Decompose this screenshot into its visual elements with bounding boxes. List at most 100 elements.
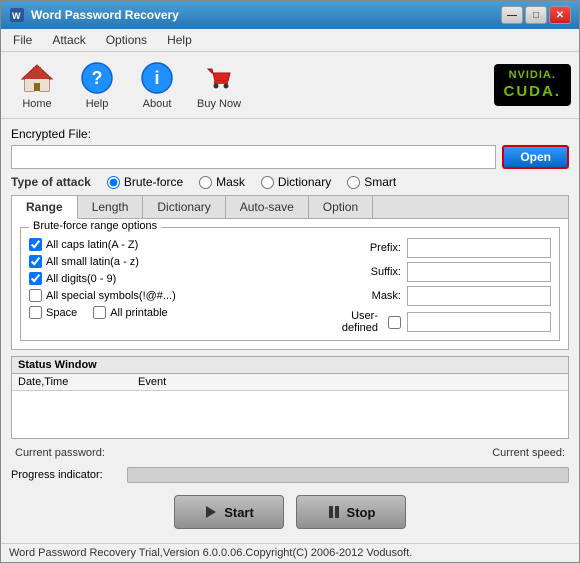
current-password-label: Current password: [15,447,105,459]
svg-text:?: ? [92,68,103,88]
check-printable[interactable]: All printable [93,306,167,319]
progress-row: Progress indicator: [11,467,569,483]
open-button[interactable]: Open [502,145,569,169]
radio-mask[interactable]: Mask [199,175,245,189]
mask-input[interactable] [407,286,551,306]
minimize-button[interactable]: — [501,6,523,24]
status-col-date: Date,Time [18,376,138,388]
check-space[interactable]: Space [29,306,77,319]
status-bar: Word Password Recovery Trial,Version 6.0… [1,543,579,562]
radio-smart[interactable]: Smart [347,175,396,189]
user-defined-label: User-defined [331,310,378,334]
check-caps[interactable]: All caps latin(A - Z) [29,238,331,251]
nvidia-text: NVIDIA. [504,68,562,82]
check-digits[interactable]: All digits(0 - 9) [29,272,331,285]
tab-autosave[interactable]: Auto-save [226,196,309,218]
tab-dictionary[interactable]: Dictionary [143,196,225,218]
home-icon [19,60,55,96]
start-button[interactable]: Start [174,495,284,529]
radio-brute-force-label: Brute-force [124,175,183,189]
check-caps-label: All caps latin(A - Z) [46,239,138,251]
play-icon [204,505,218,519]
mask-label: Mask: [331,290,401,302]
brute-left-column: All caps latin(A - Z) All small latin(a … [29,238,331,334]
brute-force-group: Brute-force range options All caps latin… [20,227,560,341]
buynow-label: Buy Now [197,98,241,110]
prefix-row: Prefix: [331,238,551,258]
attack-type-section: Type of attack Brute-force Mask Dictiona… [11,175,569,189]
about-label: About [143,98,172,110]
title-bar: W Word Password Recovery — □ ✕ [1,1,579,29]
cart-icon [201,60,237,96]
tabs-header: Range Length Dictionary Auto-save Option [12,196,568,219]
tab-range[interactable]: Range [12,196,78,219]
action-buttons: Start Stop [11,489,569,535]
menu-help[interactable]: Help [159,31,200,49]
stop-label: Stop [347,505,376,520]
status-body [12,391,568,438]
menu-file[interactable]: File [5,31,40,49]
encrypted-file-input[interactable] [11,145,496,169]
svg-text:i: i [154,68,159,88]
menu-options[interactable]: Options [98,31,155,49]
check-special-label: All special symbols(!@#...) [46,290,176,302]
check-printable-label: All printable [110,307,167,319]
check-small-label: All small latin(a - z) [46,256,139,268]
user-defined-input[interactable] [407,312,551,332]
status-col-event: Event [138,376,562,388]
check-digits-label: All digits(0 - 9) [46,273,116,285]
title-controls: — □ ✕ [501,6,571,24]
maximize-button[interactable]: □ [525,6,547,24]
tab-content-range: Brute-force range options All caps latin… [12,219,568,349]
start-label: Start [224,505,254,520]
close-button[interactable]: ✕ [549,6,571,24]
radio-mask-label: Mask [216,175,245,189]
brute-right-column: Prefix: Suffix: Mask: [331,238,551,334]
suffix-label: Suffix: [331,266,401,278]
attack-type-label: Type of attack [11,175,91,189]
status-bar-text: Word Password Recovery Trial,Version 6.0… [9,547,412,559]
progress-bar-container [127,467,569,483]
about-icon: i [139,60,175,96]
prefix-label: Prefix: [331,242,401,254]
prefix-input[interactable] [407,238,551,258]
check-special[interactable]: All special symbols(!@#...) [29,289,331,302]
buynow-button[interactable]: Buy Now [189,56,249,114]
help-label: Help [86,98,109,110]
current-speed-label: Current speed: [492,447,565,459]
radio-brute-force[interactable]: Brute-force [107,175,183,189]
status-table-header: Date,Time Event [12,374,568,391]
home-label: Home [22,98,51,110]
mask-row: Mask: [331,286,551,306]
encrypted-file-row: Open [11,145,569,169]
check-space-label: Space [46,307,77,319]
status-window: Status Window Date,Time Event [11,356,569,439]
user-defined-checkbox[interactable] [388,316,401,329]
app-icon: W [9,7,25,23]
cuda-badge: NVIDIA. CUDA. [494,64,572,106]
help-button[interactable]: ? Help [69,56,125,114]
toolbar: Home ? Help i About [1,52,579,119]
content-area: Encrypted File: Open Type of attack Brut… [1,119,579,543]
window-title: Word Password Recovery [31,8,179,22]
help-icon: ? [79,60,115,96]
radio-dictionary-label: Dictionary [278,175,331,189]
progress-indicator-label: Progress indicator: [11,469,121,481]
menu-bar: File Attack Options Help [1,29,579,52]
stop-button[interactable]: Stop [296,495,406,529]
svg-text:W: W [12,11,21,21]
encrypted-file-section: Encrypted File: Open [11,127,569,169]
attack-radio-group: Brute-force Mask Dictionary Smart [107,175,396,189]
brute-force-options: All caps latin(A - Z) All small latin(a … [29,238,551,334]
suffix-input[interactable] [407,262,551,282]
encrypted-file-label: Encrypted File: [11,127,569,141]
menu-attack[interactable]: Attack [44,31,93,49]
tab-option[interactable]: Option [309,196,373,218]
check-small[interactable]: All small latin(a - z) [29,255,331,268]
home-button[interactable]: Home [9,56,65,114]
title-bar-left: W Word Password Recovery [9,7,179,23]
tab-length[interactable]: Length [78,196,144,218]
radio-dictionary[interactable]: Dictionary [261,175,331,189]
about-button[interactable]: i About [129,56,185,114]
main-window: W Word Password Recovery — □ ✕ File Atta… [0,0,580,563]
